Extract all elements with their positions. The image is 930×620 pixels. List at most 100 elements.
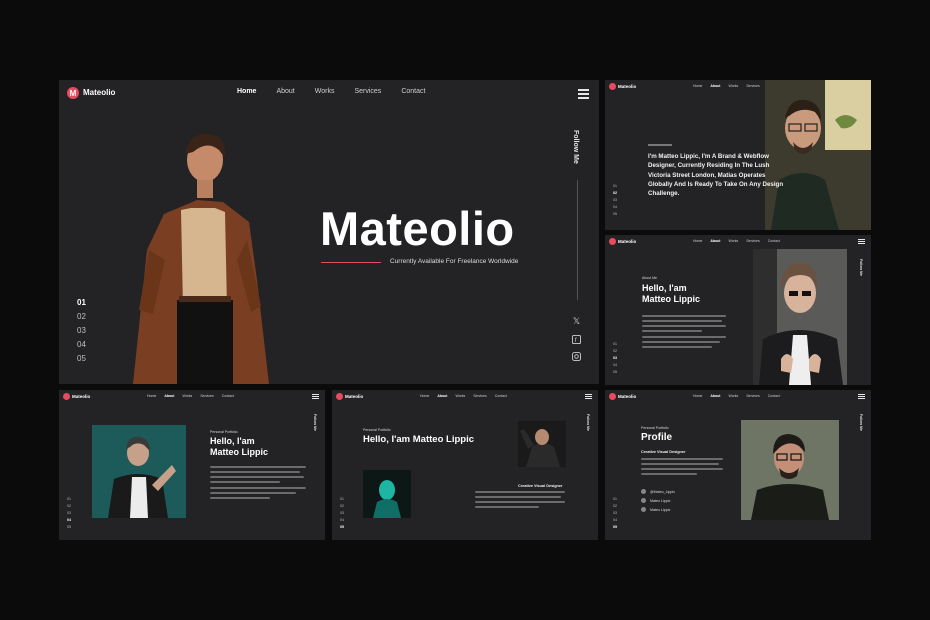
page-04[interactable]: 04 [67, 518, 71, 522]
nav-contact[interactable]: Contact [401, 88, 425, 95]
nav-about[interactable]: About [710, 394, 720, 398]
page-02[interactable]: 02 [613, 349, 617, 353]
slide-pagination: 01 02 03 04 05 [340, 497, 344, 529]
brand-name[interactable]: Mateolio [618, 394, 636, 399]
facebook-icon[interactable]: f [572, 335, 581, 344]
nav-about[interactable]: About [437, 394, 447, 398]
nav-works[interactable]: Works [728, 239, 738, 243]
portfolio1-portrait [92, 425, 186, 518]
nav-services[interactable]: Services [746, 84, 759, 88]
nav-menu: Home About Works Services Contact [420, 394, 507, 398]
portfolio2-bottom-photo [363, 470, 411, 518]
nav-works[interactable]: Works [315, 88, 335, 95]
nav-home[interactable]: Home [693, 84, 702, 88]
portfolio2-navbar: Mateolio Home About Works Services Conta… [332, 390, 598, 404]
nav-services[interactable]: Services [473, 394, 486, 398]
logo-icon[interactable] [609, 238, 616, 245]
page-02[interactable]: 02 [77, 312, 86, 321]
hamburger-menu-icon[interactable] [585, 394, 592, 399]
hello-title-2: Matteo Lippic [642, 294, 700, 304]
nav-services[interactable]: Services [200, 394, 213, 398]
brand-name[interactable]: Mateolio [618, 84, 636, 89]
page-04[interactable]: 04 [613, 205, 617, 209]
hamburger-menu-icon[interactable] [578, 89, 589, 99]
contact-handle[interactable]: @Mateo_Lippic [650, 490, 675, 494]
page-03[interactable]: 03 [67, 511, 71, 515]
brand-name[interactable]: Mateolio [345, 394, 363, 399]
nav-about[interactable]: About [710, 239, 720, 243]
nav-contact[interactable]: Contact [222, 394, 234, 398]
brand-name[interactable]: Mateolio [72, 394, 90, 399]
page-01[interactable]: 01 [340, 497, 344, 501]
page-02[interactable]: 02 [613, 504, 617, 508]
nav-contact[interactable]: Contact [768, 239, 780, 243]
nav-services[interactable]: Services [746, 394, 759, 398]
page-05[interactable]: 05 [77, 354, 86, 363]
page-04[interactable]: 04 [613, 363, 617, 367]
logo-icon[interactable] [609, 83, 616, 90]
brand-name[interactable]: Mateolio [83, 88, 115, 97]
nav-services[interactable]: Services [354, 88, 381, 95]
nav-services[interactable]: Services [746, 239, 759, 243]
logo-icon[interactable]: M [67, 87, 79, 99]
follow-me-label: Follow Me [859, 414, 863, 431]
page-04[interactable]: 04 [613, 518, 617, 522]
profile-label: Personal Portfolio [641, 426, 669, 430]
x-icon[interactable]: 𝕏 [573, 316, 580, 327]
page-01[interactable]: 01 [613, 497, 617, 501]
nav-contact[interactable]: Contact [768, 394, 780, 398]
page-01[interactable]: 01 [613, 184, 617, 188]
profile-paragraph [641, 458, 723, 478]
nav-home[interactable]: Home [420, 394, 429, 398]
brand-name[interactable]: Mateolio [618, 239, 636, 244]
portfolio2-role: Creative Visual Designer [518, 484, 563, 488]
nav-about[interactable]: About [710, 84, 720, 88]
nav-contact[interactable]: Contact [495, 394, 507, 398]
page-05[interactable]: 05 [613, 370, 617, 374]
page-02[interactable]: 02 [613, 191, 617, 195]
nav-home[interactable]: Home [693, 394, 702, 398]
slide-pagination: 01 02 03 04 05 [77, 298, 86, 363]
hamburger-menu-icon[interactable] [312, 394, 319, 399]
logo-icon[interactable] [336, 393, 343, 400]
logo-icon[interactable] [609, 393, 616, 400]
page-01[interactable]: 01 [77, 298, 86, 307]
nav-works[interactable]: Works [728, 84, 738, 88]
hero-portrait [133, 133, 269, 384]
page-03[interactable]: 03 [613, 511, 617, 515]
instagram-icon[interactable] [572, 352, 581, 361]
page-04[interactable]: 04 [77, 340, 86, 349]
nav-works[interactable]: Works [182, 394, 192, 398]
nav-works[interactable]: Works [728, 394, 738, 398]
hamburger-menu-icon[interactable] [858, 239, 865, 244]
contact-name-1[interactable]: Mateo Lippic [650, 499, 670, 503]
page-03[interactable]: 03 [613, 198, 617, 202]
page-01[interactable]: 01 [613, 342, 617, 346]
nav-about[interactable]: About [276, 88, 294, 95]
about-kicker [648, 144, 672, 146]
page-02[interactable]: 02 [67, 504, 71, 508]
profile-slide: Mateolio Home About Works Services Conta… [605, 390, 871, 540]
page-01[interactable]: 01 [67, 497, 71, 501]
nav-home[interactable]: Home [693, 239, 702, 243]
page-03[interactable]: 03 [340, 511, 344, 515]
page-03[interactable]: 03 [613, 356, 617, 360]
slide-pagination: 01 02 03 04 05 [613, 342, 617, 374]
page-03[interactable]: 03 [77, 326, 86, 335]
contact-name-2[interactable]: Mateo Lippic [650, 508, 670, 512]
hello-slide: Mateolio Home About Works Services Conta… [605, 235, 871, 385]
page-05[interactable]: 05 [340, 525, 344, 529]
page-05[interactable]: 05 [67, 525, 71, 529]
hamburger-menu-icon[interactable] [858, 394, 865, 399]
page-05[interactable]: 05 [613, 212, 617, 216]
nav-menu: Home About Works Services Contact [693, 394, 780, 398]
page-05[interactable]: 05 [613, 525, 617, 529]
nav-home[interactable]: Home [237, 88, 256, 95]
slide-pagination: 01 02 03 04 05 [613, 184, 617, 216]
page-02[interactable]: 02 [340, 504, 344, 508]
logo-icon[interactable] [63, 393, 70, 400]
nav-works[interactable]: Works [455, 394, 465, 398]
nav-about[interactable]: About [164, 394, 174, 398]
nav-home[interactable]: Home [147, 394, 156, 398]
page-04[interactable]: 04 [340, 518, 344, 522]
